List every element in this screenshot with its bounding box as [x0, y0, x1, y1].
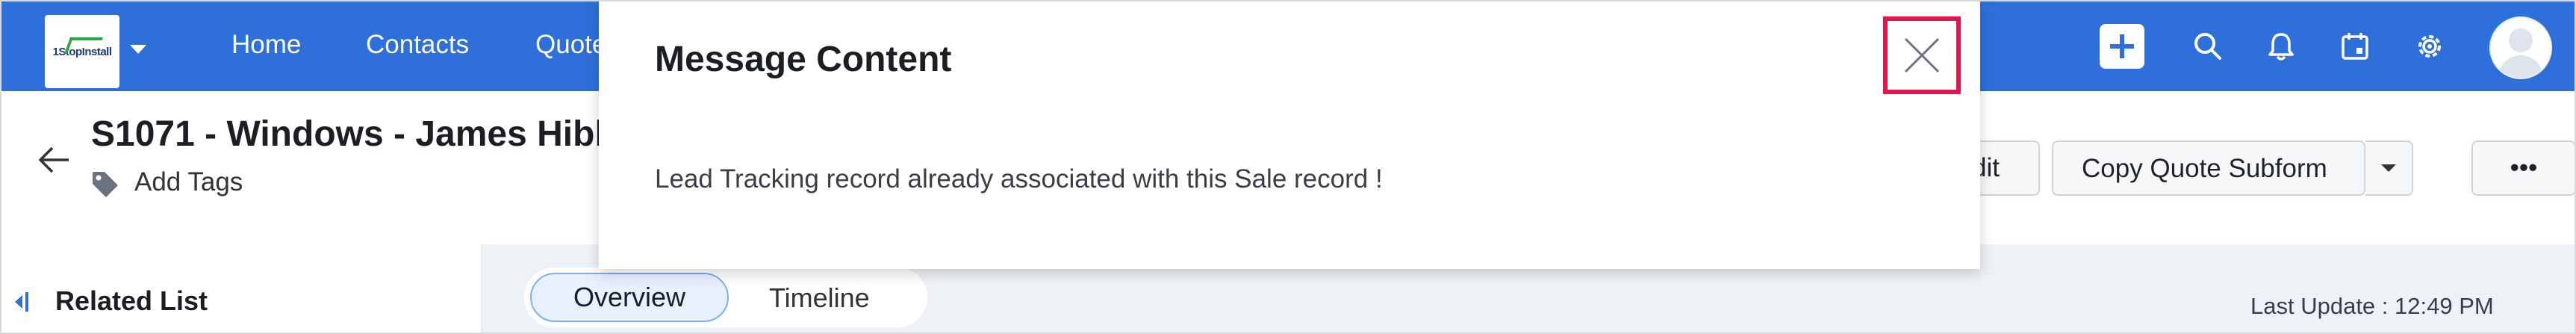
logo-dropdown-icon[interactable] — [130, 45, 146, 54]
collapse-left-icon — [15, 292, 28, 312]
create-new-button[interactable] — [2100, 24, 2144, 69]
back-button[interactable] — [37, 145, 72, 179]
nav-item-contacts[interactable]: Contacts — [366, 30, 469, 60]
avatar-head — [2509, 28, 2533, 52]
notifications-button[interactable] — [2259, 24, 2303, 69]
company-logo[interactable]: 1StopInstall — [45, 15, 119, 88]
plus-icon — [2110, 34, 2134, 58]
gear-icon — [2418, 35, 2441, 58]
app-frame: 1StopInstall Home Contacts Quotes S1071 … — [0, 0, 2576, 334]
copy-quote-subform-button[interactable]: Copy Quote Subform — [2052, 140, 2365, 196]
chevron-down-icon — [2381, 164, 2396, 172]
tab-overview[interactable]: Overview — [530, 273, 729, 322]
related-list-heading: Related List — [55, 285, 208, 316]
nav-item-home[interactable]: Home — [231, 30, 301, 60]
tab-overview-label: Overview — [573, 282, 686, 312]
more-label: ••• — [2510, 153, 2538, 182]
back-arrow-icon — [39, 146, 69, 173]
close-icon — [1904, 37, 1940, 73]
avatar-body — [2498, 55, 2543, 78]
dialog-title: Message Content — [655, 40, 952, 79]
calendar-icon — [2342, 33, 2368, 60]
last-update-text: Last Update : 12:49 PM — [2250, 293, 2494, 319]
settings-button[interactable] — [2407, 24, 2452, 69]
search-button[interactable] — [2185, 24, 2230, 69]
tab-timeline[interactable]: Timeline — [769, 282, 870, 314]
add-tags-link[interactable]: Add Tags — [134, 167, 243, 197]
record-title: S1071 - Windows - James Hibbert — [91, 114, 663, 154]
tag-icon — [90, 169, 121, 204]
bell-icon — [2268, 33, 2294, 61]
calendar-button[interactable] — [2333, 24, 2377, 69]
copy-quote-dropdown-button[interactable] — [2365, 140, 2413, 196]
user-avatar[interactable] — [2489, 16, 2552, 79]
dialog-message: Lead Tracking record already associated … — [655, 164, 1383, 194]
dialog-close-button[interactable] — [1883, 16, 1961, 94]
copy-quote-label: Copy Quote Subform — [2082, 154, 2327, 183]
more-actions-button[interactable]: ••• — [2471, 140, 2575, 196]
collapse-panel-button[interactable] — [12, 289, 33, 318]
logo-roof-icon — [63, 37, 104, 54]
search-icon — [2194, 33, 2221, 60]
